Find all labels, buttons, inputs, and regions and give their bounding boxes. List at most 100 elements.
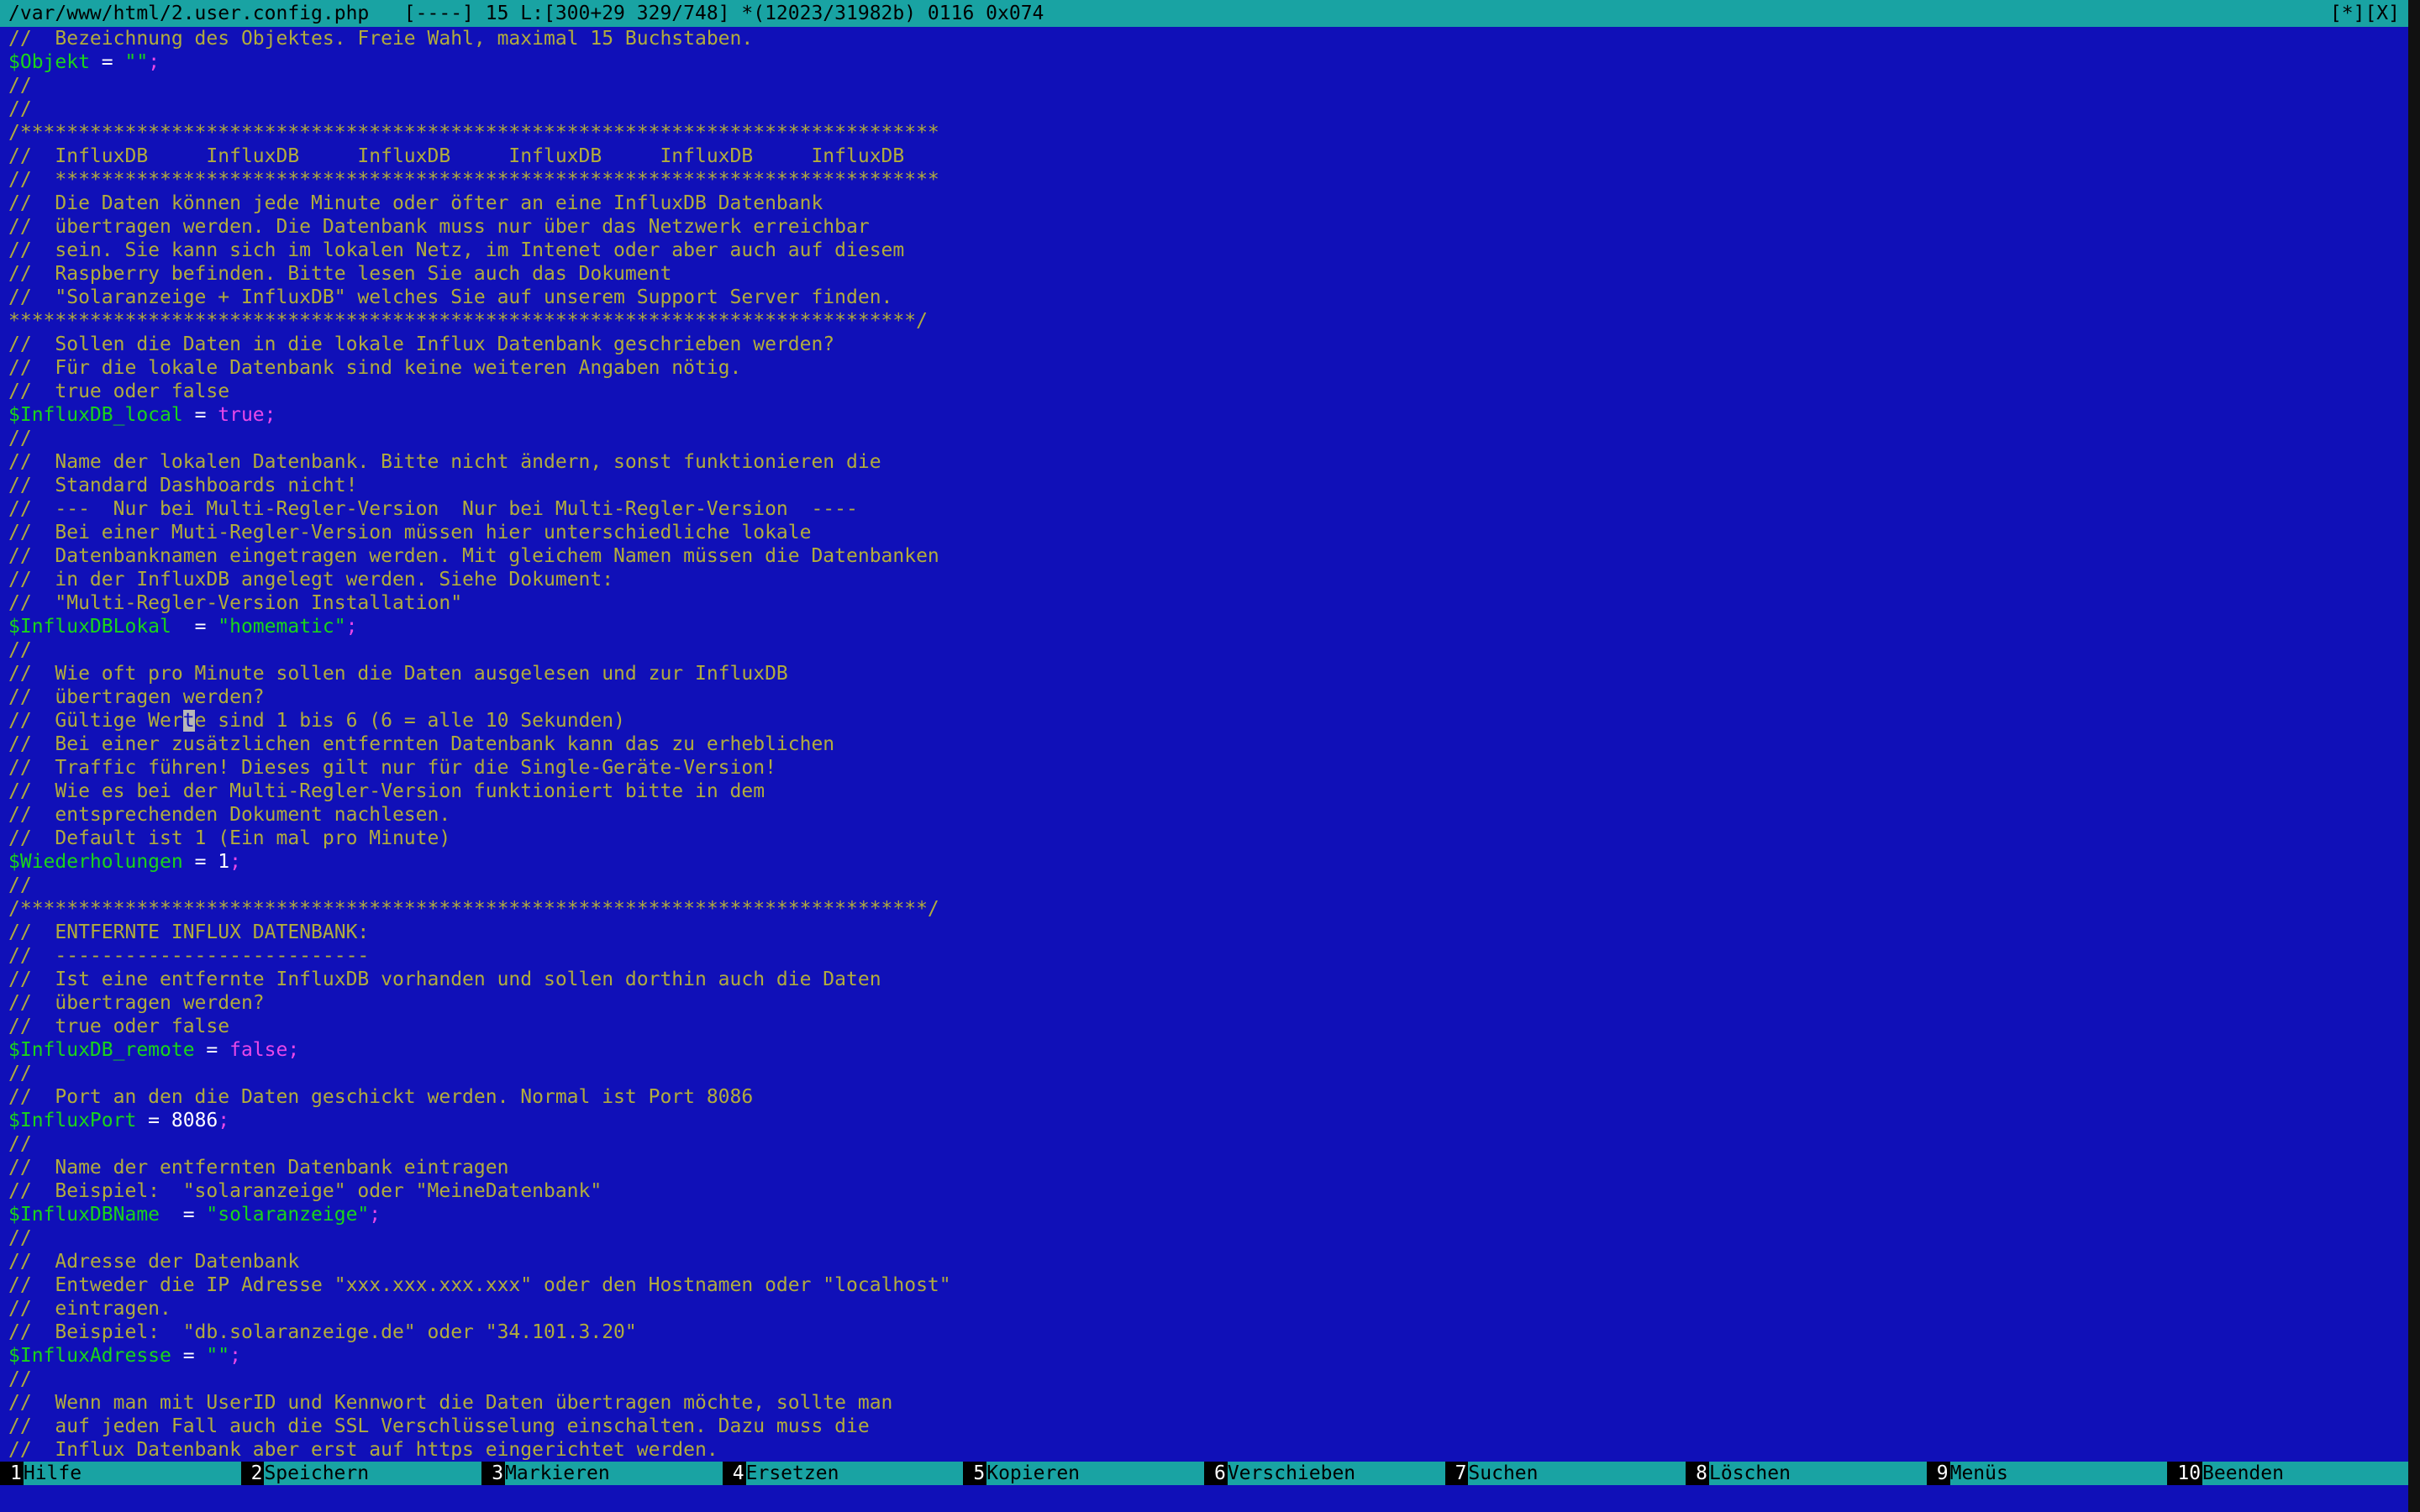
code-line[interactable]: $Objekt = ""; bbox=[8, 50, 2403, 74]
fkey-beenden[interactable]: 10 Beenden bbox=[2167, 1462, 2408, 1485]
code-line[interactable]: // Name der lokalen Datenbank. Bitte nic… bbox=[8, 450, 2403, 474]
code-token: $InfluxDBName bbox=[8, 1204, 160, 1226]
code-line[interactable]: // übertragen werden? bbox=[8, 685, 2403, 709]
code-line[interactable]: // Beispiel: "solaranzeige" oder "MeineD… bbox=[8, 1179, 2403, 1203]
code-token: // Adresse der Datenbank bbox=[8, 1251, 300, 1273]
code-token: e sind 1 bis 6 (6 = alle 10 Sekunden) bbox=[194, 710, 625, 732]
code-token: $Objekt bbox=[8, 51, 90, 73]
code-line[interactable]: // bbox=[8, 1368, 2403, 1391]
code-line[interactable]: // Wenn man mit UserID und Kennwort die … bbox=[8, 1391, 2403, 1415]
code-line[interactable]: $InfluxDB_local = true; bbox=[8, 403, 2403, 427]
fkey-verschieben[interactable]: 6 Verschieben bbox=[1203, 1462, 1445, 1485]
fkey-kopieren[interactable]: 5 Kopieren bbox=[963, 1462, 1204, 1485]
fkey-number: 8 bbox=[1686, 1462, 1710, 1485]
fkey-menüs[interactable]: 9 Menüs bbox=[1926, 1462, 2168, 1485]
code-line[interactable]: // Traffic führen! Dieses gilt nur für d… bbox=[8, 756, 2403, 780]
code-line[interactable]: $Wiederholungen = 1; bbox=[8, 850, 2403, 874]
code-line[interactable]: // Default ist 1 (Ein mal pro Minute) bbox=[8, 827, 2403, 850]
code-line[interactable]: // *************************************… bbox=[8, 168, 2403, 192]
code-line[interactable]: // in der InfluxDB angelegt werden. Sieh… bbox=[8, 568, 2403, 591]
code-line[interactable]: $InfluxDBLokal = "homematic"; bbox=[8, 615, 2403, 638]
code-token: ; bbox=[287, 1039, 300, 1061]
code-line[interactable]: // --------------------------- bbox=[8, 944, 2403, 968]
fkey-speichern[interactable]: 2 Speichern bbox=[240, 1462, 482, 1485]
code-line[interactable]: // Standard Dashboards nicht! bbox=[8, 474, 2403, 497]
code-token: // bbox=[8, 1133, 32, 1155]
code-token: "" bbox=[206, 1345, 230, 1367]
fkey-ersetzen[interactable]: 4 Ersetzen bbox=[722, 1462, 964, 1485]
fkey-label: Verschieben bbox=[1227, 1462, 1445, 1485]
code-line[interactable]: // übertragen werden? bbox=[8, 991, 2403, 1015]
code-line[interactable]: // Port an den die Daten geschickt werde… bbox=[8, 1085, 2403, 1109]
code-line[interactable]: // auf jeden Fall auch die SSL Verschlüs… bbox=[8, 1415, 2403, 1438]
code-token: $InfluxPort bbox=[8, 1110, 137, 1131]
fkey-löschen[interactable]: 8 Löschen bbox=[1686, 1462, 1927, 1485]
code-line[interactable]: // Sollen die Daten in die lokale Influx… bbox=[8, 333, 2403, 356]
code-line[interactable]: /***************************************… bbox=[8, 897, 2403, 921]
code-line[interactable]: // bbox=[8, 1132, 2403, 1156]
code-line[interactable]: // Entweder die IP Adresse "xxx.xxx.xxx.… bbox=[8, 1273, 2403, 1297]
code-token: // Name der lokalen Datenbank. Bitte nic… bbox=[8, 451, 881, 473]
code-line[interactable]: /***************************************… bbox=[8, 121, 2403, 144]
code-line[interactable]: // Gültige Werte sind 1 bis 6 (6 = alle … bbox=[8, 709, 2403, 732]
code-line[interactable]: // Influx Datenbank aber erst auf https … bbox=[8, 1438, 2403, 1460]
code-token: // bbox=[8, 1063, 32, 1084]
code-line[interactable]: // entsprechenden Dokument nachlesen. bbox=[8, 803, 2403, 827]
fkey-hilfe[interactable]: 1 Hilfe bbox=[0, 1462, 241, 1485]
code-token: // sein. Sie kann sich im lokalen Netz, … bbox=[8, 239, 905, 261]
code-line[interactable]: // Datenbanknamen eingetragen werden. Mi… bbox=[8, 544, 2403, 568]
code-line[interactable]: // Ist eine entfernte InfluxDB vorhanden… bbox=[8, 968, 2403, 991]
fkey-suchen[interactable]: 7 Suchen bbox=[1444, 1462, 1686, 1485]
code-editor[interactable]: // Bezeichnung des Objektes. Freie Wahl,… bbox=[8, 27, 2403, 1460]
fkey-number: 6 bbox=[1203, 1462, 1228, 1485]
code-line[interactable]: // bbox=[8, 97, 2403, 121]
code-token: // Datenbanknamen eingetragen werden. Mi… bbox=[8, 545, 939, 567]
code-line[interactable]: // Name der entfernten Datenbank eintrag… bbox=[8, 1156, 2403, 1179]
code-line[interactable]: // Bei einer zusätzlichen entfernten Dat… bbox=[8, 732, 2403, 756]
code-line[interactable]: // bbox=[8, 874, 2403, 897]
code-line[interactable]: // true oder false bbox=[8, 380, 2403, 403]
code-line[interactable]: // Wie es bei der Multi-Regler-Version f… bbox=[8, 780, 2403, 803]
code-line[interactable]: // Bezeichnung des Objektes. Freie Wahl,… bbox=[8, 27, 2403, 50]
editor-status-bar: /var/www/html/2.user.config.php [----] 1… bbox=[0, 0, 2408, 27]
window-controls[interactable]: [*][X] bbox=[2330, 0, 2400, 27]
code-token: ; bbox=[345, 616, 358, 638]
code-line[interactable]: ****************************************… bbox=[8, 309, 2403, 333]
code-token: // bbox=[8, 428, 32, 449]
code-token: = bbox=[160, 1204, 207, 1226]
code-line[interactable]: // Raspberry befinden. Bitte lesen Sie a… bbox=[8, 262, 2403, 286]
code-line[interactable]: $InfluxAdresse = ""; bbox=[8, 1344, 2403, 1368]
fkey-markieren[interactable]: 3 Markieren bbox=[481, 1462, 723, 1485]
code-token: // bbox=[8, 639, 32, 661]
code-line[interactable]: // Beispiel: "db.solaranzeige.de" oder "… bbox=[8, 1320, 2403, 1344]
code-line[interactable]: // bbox=[8, 74, 2403, 97]
code-line[interactable]: $InfluxDB_remote = false; bbox=[8, 1038, 2403, 1062]
code-token: $Wiederholungen bbox=[8, 851, 183, 873]
code-line[interactable]: // übertragen werden. Die Datenbank muss… bbox=[8, 215, 2403, 239]
code-line[interactable]: // bbox=[8, 1226, 2403, 1250]
code-line[interactable]: // sein. Sie kann sich im lokalen Netz, … bbox=[8, 239, 2403, 262]
code-line[interactable]: // Die Daten können jede Minute oder öft… bbox=[8, 192, 2403, 215]
code-line[interactable]: // true oder false bbox=[8, 1015, 2403, 1038]
code-token: "solaranzeige" bbox=[206, 1204, 370, 1226]
code-line[interactable]: // bbox=[8, 638, 2403, 662]
code-line[interactable]: // bbox=[8, 1062, 2403, 1085]
code-line[interactable]: // Wie oft pro Minute sollen die Daten a… bbox=[8, 662, 2403, 685]
code-line[interactable]: // --- Nur bei Multi-Regler-Version Nur … bbox=[8, 497, 2403, 521]
code-token: $InfluxDBLokal bbox=[8, 616, 171, 638]
code-line[interactable]: // "Multi-Regler-Version Installation" bbox=[8, 591, 2403, 615]
code-line[interactable]: // Für die lokale Datenbank sind keine w… bbox=[8, 356, 2403, 380]
code-line[interactable]: // eintragen. bbox=[8, 1297, 2403, 1320]
code-token: // Port an den die Daten geschickt werde… bbox=[8, 1086, 754, 1108]
code-token: // Für die lokale Datenbank sind keine w… bbox=[8, 357, 742, 379]
code-line[interactable]: // Adresse der Datenbank bbox=[8, 1250, 2403, 1273]
code-line[interactable]: // bbox=[8, 427, 2403, 450]
code-line[interactable]: $InfluxPort = 8086; bbox=[8, 1109, 2403, 1132]
code-line[interactable]: // Bei einer Muti-Regler-Version müssen … bbox=[8, 521, 2403, 544]
code-line[interactable]: $InfluxDBName = "solaranzeige"; bbox=[8, 1203, 2403, 1226]
code-line[interactable]: // ENTFERNTE INFLUX DATENBANK: bbox=[8, 921, 2403, 944]
file-status-text: /var/www/html/2.user.config.php [----] 1… bbox=[8, 3, 1044, 24]
code-line[interactable]: // "Solaranzeige + InfluxDB" welches Sie… bbox=[8, 286, 2403, 309]
code-token: = bbox=[89, 51, 125, 73]
code-line[interactable]: // InfluxDB InfluxDB InfluxDB InfluxDB I… bbox=[8, 144, 2403, 168]
